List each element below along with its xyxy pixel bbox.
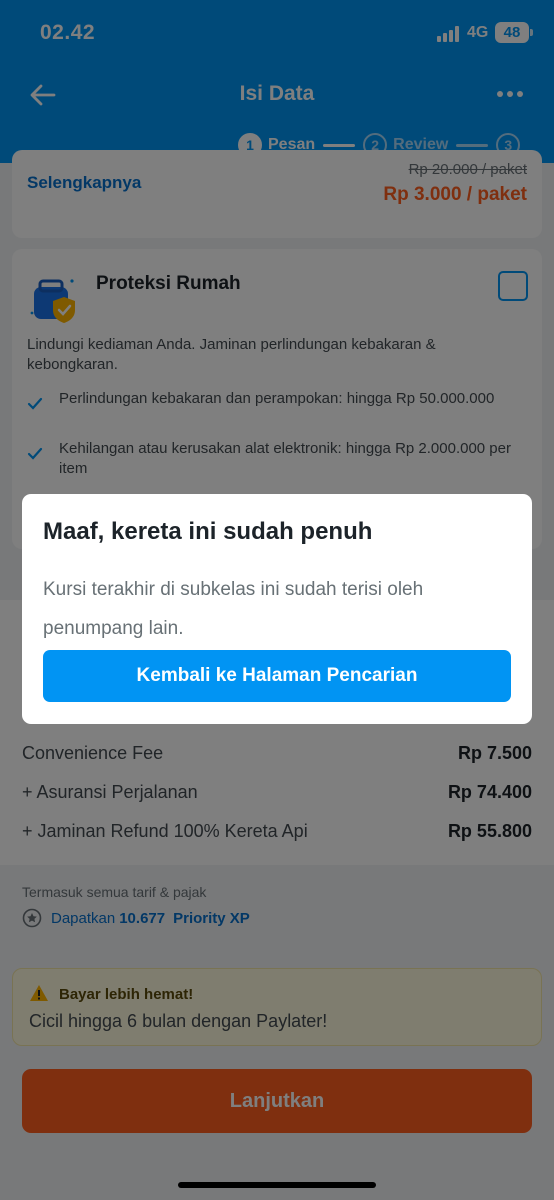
back-to-search-button[interactable]: Kembali ke Halaman Pencarian: [43, 650, 511, 702]
dialog-message: Kursi terakhir di subkelas ini sudah ter…: [43, 579, 424, 639]
dialog-title: Maaf, kereta ini sudah penuh: [43, 518, 373, 545]
train-full-dialog: Maaf, kereta ini sudah penuh Kursi terak…: [22, 494, 532, 724]
